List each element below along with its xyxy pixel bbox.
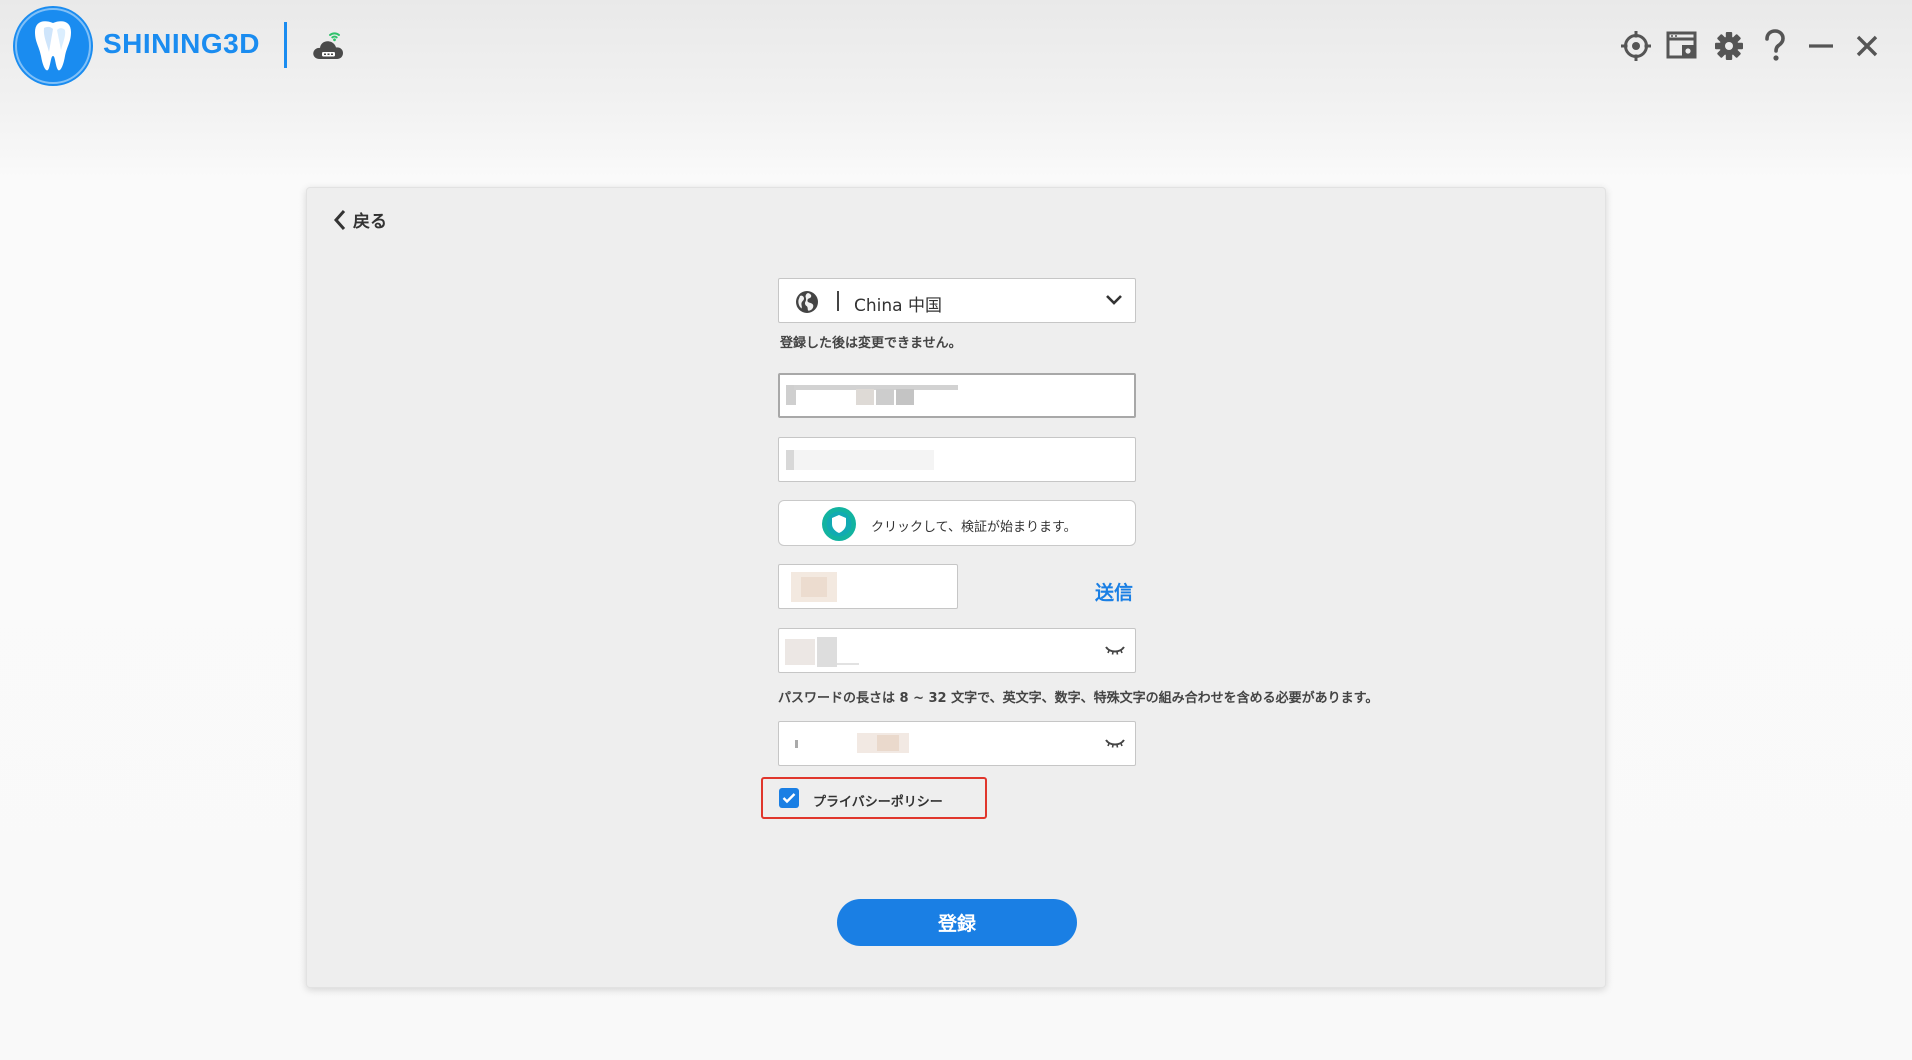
redacted-text [794, 450, 934, 470]
password-field[interactable] [778, 628, 1136, 673]
redacted-text [856, 389, 874, 405]
verification-code-field[interactable] [778, 564, 958, 609]
phone-field[interactable] [778, 437, 1136, 482]
close-icon[interactable] [1849, 28, 1885, 64]
redacted-text [876, 389, 894, 405]
screen-capture-icon[interactable] [1664, 28, 1700, 64]
send-code-button[interactable]: 送信 [1095, 578, 1133, 605]
redacted-text [817, 637, 837, 667]
country-divider [837, 291, 839, 311]
cloud-connected-icon[interactable] [310, 28, 350, 68]
verify-button[interactable]: クリックして、検証が始まります。 [778, 500, 1136, 546]
target-icon[interactable] [1618, 28, 1654, 64]
email-field[interactable] [778, 373, 1136, 418]
redacted-text [837, 663, 859, 665]
register-button[interactable]: 登録 [837, 899, 1077, 946]
redacted-text [795, 740, 798, 748]
title-bar: SHINING3D [0, 0, 1912, 96]
shield-check-icon [822, 507, 856, 541]
chevron-left-icon [333, 209, 346, 230]
globe-icon [796, 291, 818, 313]
eye-closed-icon [1105, 739, 1125, 748]
eye-closed-icon [1105, 646, 1125, 655]
country-value: China 中国 [854, 296, 942, 316]
confirm-password-field[interactable] [778, 721, 1136, 766]
brand-name: SHINING3D [103, 28, 260, 59]
redacted-text [785, 639, 815, 665]
register-panel: 戻る China 中国 登録した後は変更できません。 クリックして、検証が始まり… [306, 187, 1606, 988]
verify-label: クリックして、検証が始まります。 [871, 520, 1077, 535]
privacy-policy-row: プライバシーポリシー [761, 777, 987, 819]
password-note: パスワードの長さは 8 ~ 32 文字で、英文字、数字、特殊文字の組み合わせを含… [778, 691, 1379, 706]
privacy-checkbox[interactable] [779, 788, 799, 808]
redacted-text [786, 450, 794, 470]
country-note: 登録した後は変更できません。 [780, 336, 962, 351]
checkmark-icon [782, 793, 796, 804]
redacted-text [896, 389, 914, 405]
redacted-text [877, 735, 899, 751]
tooth-logo-icon [13, 6, 93, 86]
back-label: 戻る [353, 212, 387, 232]
gear-icon[interactable] [1711, 28, 1747, 64]
country-select[interactable]: China 中国 [778, 278, 1136, 323]
title-divider [284, 22, 287, 68]
redacted-text [801, 577, 827, 597]
help-icon[interactable] [1757, 28, 1793, 64]
chevron-down-icon [1106, 295, 1122, 305]
back-button[interactable]: 戻る [333, 207, 387, 232]
minimize-icon[interactable] [1803, 28, 1839, 64]
privacy-policy-link[interactable]: プライバシーポリシー [813, 791, 943, 810]
